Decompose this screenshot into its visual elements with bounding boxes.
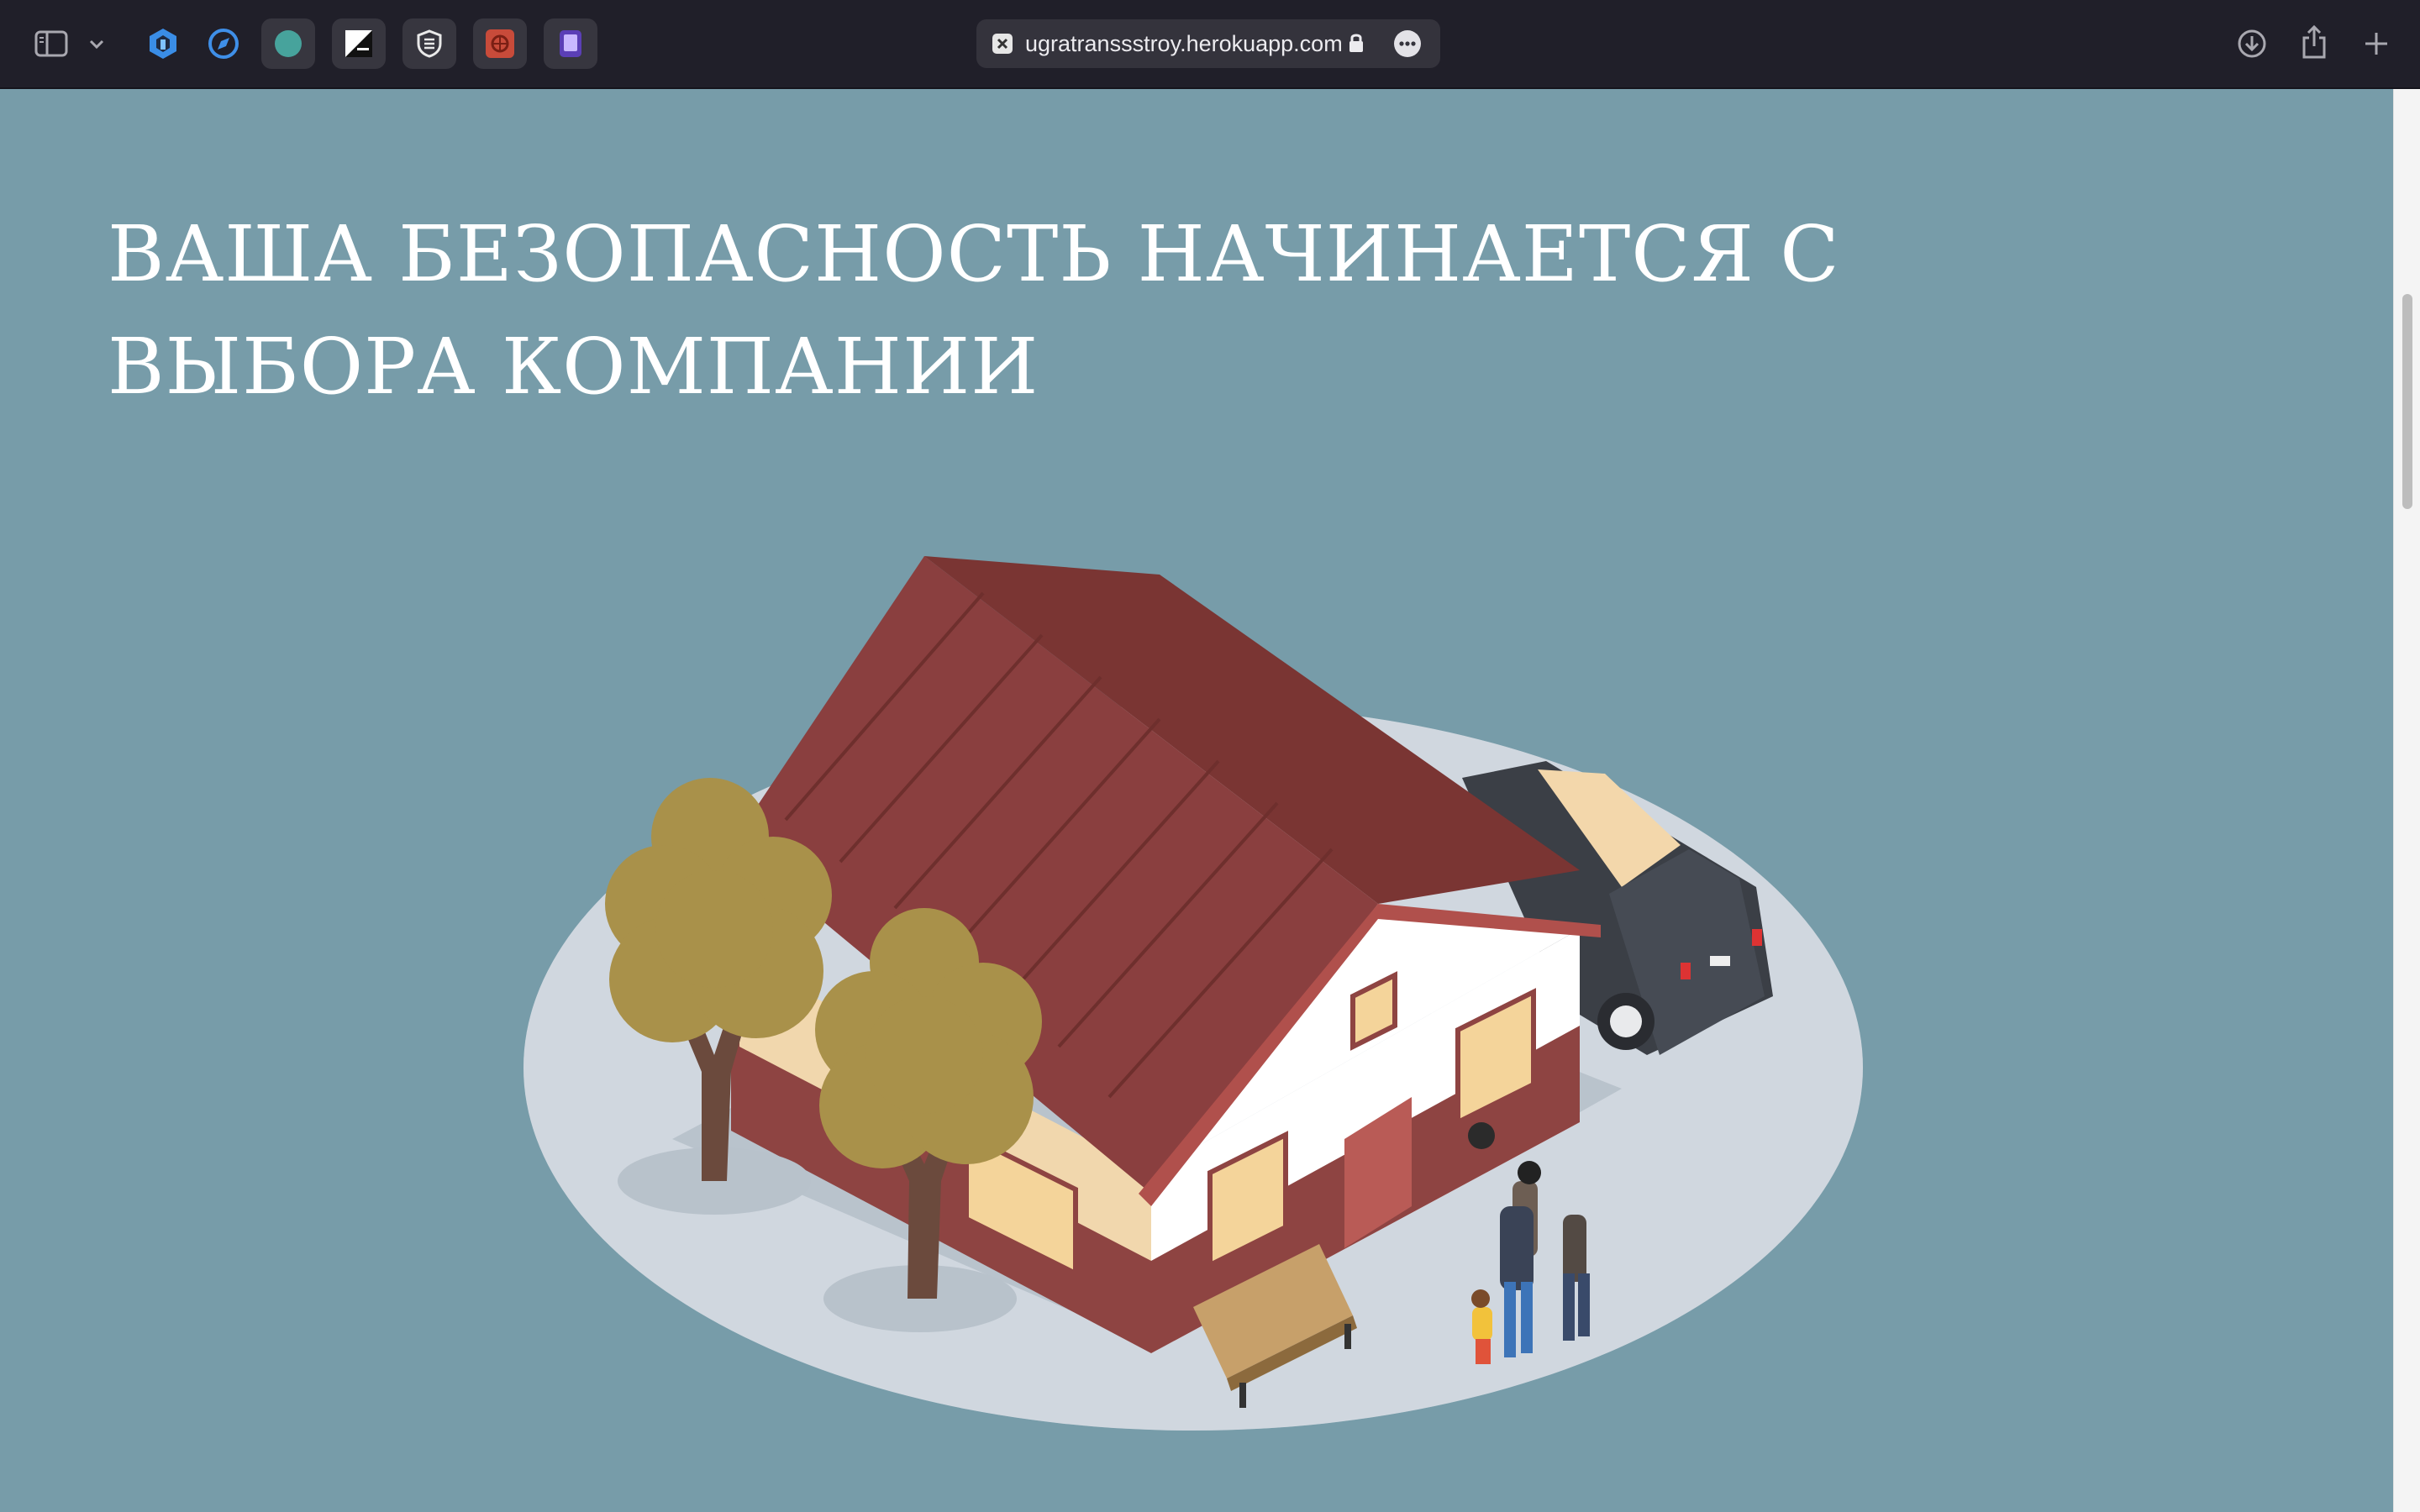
more-options-icon	[1394, 30, 1421, 57]
lock-icon	[1349, 34, 1363, 52]
sidebar-menu-button[interactable]	[84, 32, 109, 57]
red-extension-icon	[486, 29, 514, 58]
browser-toolbar: ugratranssstroy.herokuapp.com	[0, 0, 2420, 89]
downloads-button[interactable]	[2235, 25, 2269, 62]
new-tab-button[interactable]	[2360, 27, 2393, 60]
sidebar-toggle-button[interactable]	[32, 27, 71, 60]
address-bar[interactable]: ugratranssstroy.herokuapp.com	[976, 19, 1440, 68]
extension-compass-button[interactable]	[197, 18, 250, 69]
url-text: ugratranssstroy.herokuapp.com	[1025, 31, 1343, 56]
compass-extension-icon	[208, 29, 239, 59]
plus-icon	[2365, 33, 2387, 55]
download-icon	[2238, 29, 2266, 58]
shield-extension-icon	[417, 29, 442, 58]
page-scrollbar[interactable]	[2393, 89, 2420, 1512]
scrollbar-thumb[interactable]	[2402, 294, 2412, 509]
page-content: ВАША БЕЗОПАСНОСТЬ НАЧИНАЕТСЯ С ВЫБОРА КО…	[0, 89, 2393, 1512]
hexagon-extension-icon	[150, 29, 176, 59]
page-options-button[interactable]	[1393, 29, 1422, 58]
site-favicon-icon	[992, 34, 1013, 54]
contrast-extension-icon	[345, 30, 372, 57]
extension-hexagon-button[interactable]	[136, 18, 190, 69]
green-circle-extension-icon	[275, 30, 302, 57]
extension-red-button[interactable]	[473, 18, 527, 69]
chevron-down-icon	[89, 39, 104, 50]
extension-green-button[interactable]	[261, 18, 315, 69]
purple-extension-icon	[560, 30, 581, 57]
extension-purple-button[interactable]	[544, 18, 597, 69]
house-illustration	[523, 556, 1863, 1431]
extension-contrast-button[interactable]	[332, 18, 386, 69]
extension-shield-button[interactable]	[402, 18, 456, 69]
share-button[interactable]	[2297, 22, 2331, 62]
sidebar-icon	[34, 30, 68, 57]
share-icon	[2302, 24, 2326, 59]
